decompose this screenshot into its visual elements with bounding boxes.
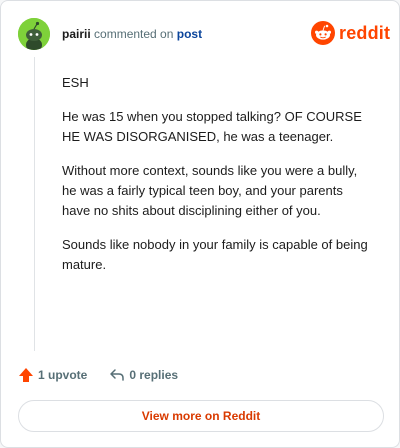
comment-header: pairii commented on post xyxy=(62,27,202,41)
comment-paragraph: ESH xyxy=(62,75,89,90)
snoo-avatar-icon xyxy=(18,18,50,50)
reply-icon xyxy=(110,369,125,381)
commented-on-text: commented on xyxy=(94,27,174,41)
reddit-logo[interactable]: reddit xyxy=(311,21,390,45)
comment-paragraph: He was 15 when you stopped talking? OF C… xyxy=(62,109,362,144)
comment-paragraph: Without more context, sounds like you we… xyxy=(62,163,358,218)
upvote-button[interactable]: 1 upvote xyxy=(18,367,87,383)
reddit-wordmark: reddit xyxy=(339,22,391,43)
comment-card: pairii commented on post reddit ESH He w… xyxy=(0,0,400,448)
replies-count: 0 replies xyxy=(129,368,179,382)
upvote-arrow-icon xyxy=(19,368,33,382)
view-more-button[interactable]: View more on Reddit xyxy=(18,400,384,432)
comment-body: ESH He was 15 when you stopped talking? … xyxy=(62,73,368,289)
username-link[interactable]: pairii xyxy=(62,27,91,41)
replies-button[interactable]: 0 replies xyxy=(109,367,178,383)
post-link[interactable]: post xyxy=(177,27,202,41)
thread-line xyxy=(34,57,35,351)
upvote-count: 1 upvote xyxy=(38,368,88,382)
comment-actions: 1 upvote 0 replies xyxy=(18,367,178,383)
comment-paragraph: Sounds like nobody in your family is cap… xyxy=(62,237,368,272)
reddit-snoo-icon xyxy=(311,21,335,45)
user-avatar[interactable] xyxy=(18,18,50,50)
